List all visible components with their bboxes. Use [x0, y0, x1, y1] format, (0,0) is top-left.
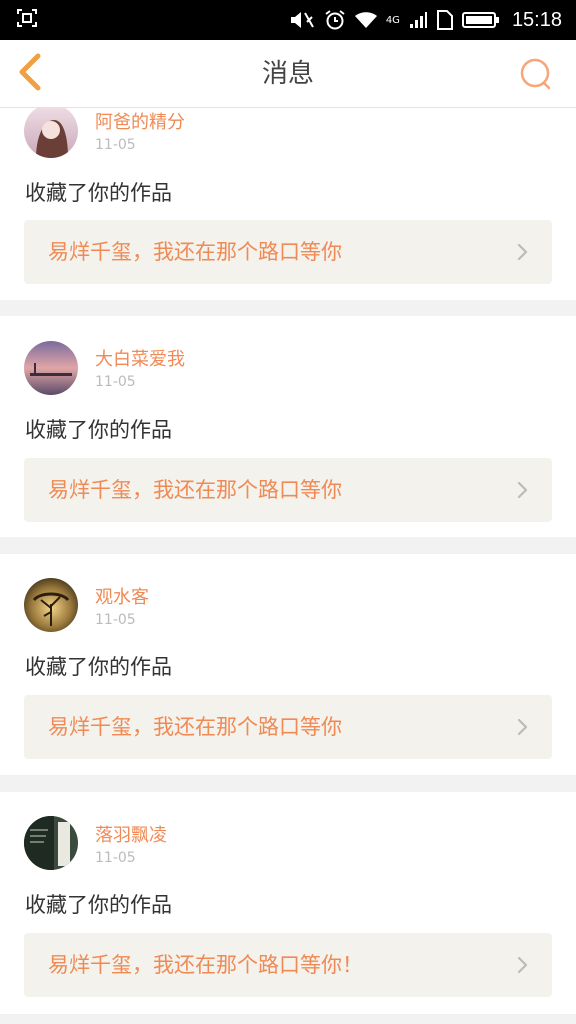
chevron-right-icon: [516, 717, 530, 737]
message-card: 落羽飘凌 11-05 收藏了你的作品 易烊千玺，我还在那个路口等你！: [0, 792, 576, 1014]
screenshot-icon: [16, 8, 38, 32]
signal-icon: [408, 10, 428, 30]
message-time: 11-05: [95, 850, 136, 866]
message-action: 收藏了你的作品: [25, 893, 172, 917]
chevron-right-icon: [516, 242, 530, 262]
search-button[interactable]: [518, 56, 554, 92]
message-action: 收藏了你的作品: [25, 181, 172, 205]
work-link[interactable]: 易烊千玺，我还在那个路口等你: [24, 220, 552, 284]
network-type: 4G: [385, 14, 400, 26]
message-time: 11-05: [95, 374, 136, 390]
work-link[interactable]: 易烊千玺，我还在那个路口等你: [24, 695, 552, 759]
chevron-right-icon: [516, 480, 530, 500]
avatar[interactable]: [24, 341, 78, 395]
message-time: 11-05: [95, 137, 136, 153]
user-name[interactable]: 大白菜爱我: [95, 345, 185, 371]
wifi-icon: [354, 10, 378, 30]
status-time: 15:18: [511, 8, 562, 31]
work-title: 易烊千玺，我还在那个路口等你！: [48, 953, 363, 977]
work-link[interactable]: 易烊千玺，我还在那个路口等你！: [24, 933, 552, 997]
message-action: 收藏了你的作品: [25, 418, 172, 442]
work-link[interactable]: 易烊千玺，我还在那个路口等你: [24, 458, 552, 522]
avatar[interactable]: [24, 108, 78, 158]
user-name[interactable]: 阿爸的精分: [95, 108, 185, 134]
work-title: 易烊千玺，我还在那个路口等你: [48, 240, 342, 264]
status-bar: 4G 15:18: [0, 0, 576, 40]
message-card: 观水客 11-05 收藏了你的作品 易烊千玺，我还在那个路口等你: [0, 554, 576, 775]
work-title: 易烊千玺，我还在那个路口等你: [48, 478, 342, 502]
user-name[interactable]: 落羽飘凌: [95, 821, 167, 847]
message-action: 收藏了你的作品: [25, 655, 172, 679]
chevron-right-icon: [516, 955, 530, 975]
mute-icon: [288, 9, 316, 31]
user-name[interactable]: 观水客: [95, 583, 149, 609]
avatar[interactable]: [24, 578, 78, 632]
avatar[interactable]: [24, 816, 78, 870]
work-title: 易烊千玺，我还在那个路口等你: [48, 715, 342, 739]
header-bar: 消息: [0, 40, 576, 108]
search-icon: [518, 58, 554, 96]
page-title: 消息: [261, 59, 314, 89]
message-time: 11-05: [95, 612, 136, 628]
alarm-icon: [324, 9, 346, 31]
battery-icon: [461, 10, 500, 30]
sim-icon: [436, 9, 454, 31]
message-list[interactable]: 阿爸的精分 11-05 收藏了你的作品 易烊千玺，我还在那个路口等你 大白菜爱我…: [0, 108, 576, 1024]
message-card: 大白菜爱我 11-05 收藏了你的作品 易烊千玺，我还在那个路口等你: [0, 316, 576, 537]
message-card: 阿爸的精分 11-05 收藏了你的作品 易烊千玺，我还在那个路口等你: [0, 108, 576, 300]
